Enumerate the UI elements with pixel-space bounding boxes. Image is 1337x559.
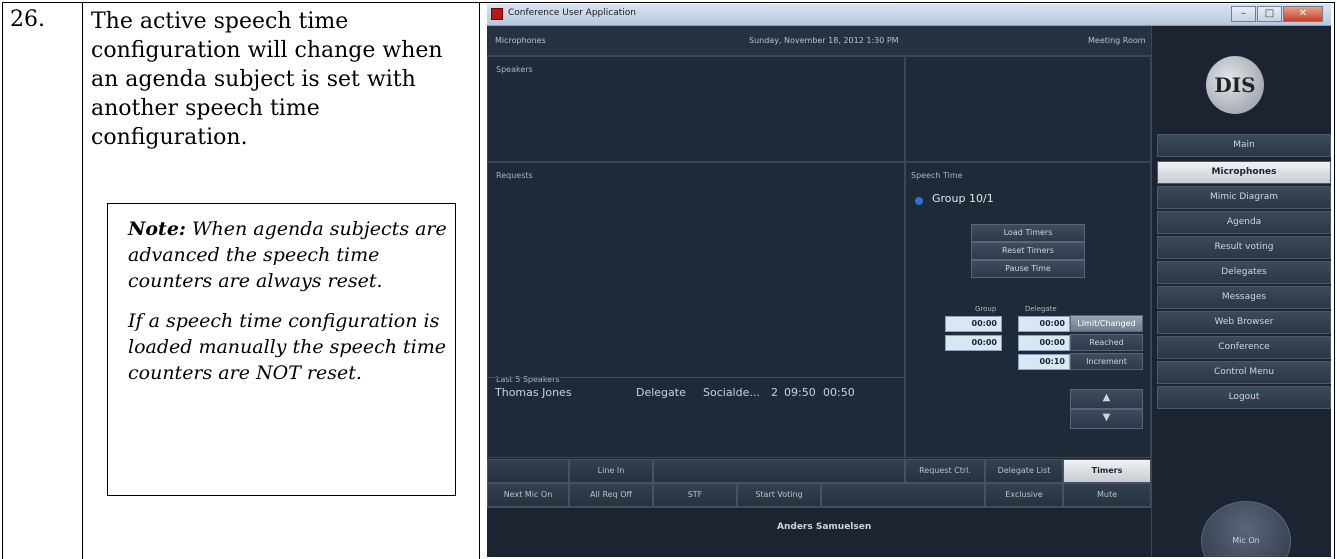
arrow-up-icon[interactable]: ▲ [1070,389,1143,409]
divider [487,377,905,378]
group-limit-field[interactable]: 00:00 [945,316,1002,332]
delegate-increment-field[interactable]: 00:10 [1018,354,1070,370]
speakers-panel-right [905,56,1151,162]
speaker-count: 2 [771,386,778,399]
next-mic-on-button[interactable]: Next Mic On [487,483,569,507]
mute-button[interactable]: Mute [1063,483,1151,507]
menu-item-mimic-diagram[interactable]: Mimic Diagram [1157,186,1331,209]
bottom-button-blank[interactable] [487,459,569,483]
speaker-duration: 00:50 [823,386,855,399]
table-divider [479,2,480,559]
pause-time-button[interactable]: Pause Time [971,260,1085,278]
dis-logo-icon: DIS [1206,56,1264,114]
menu-item-result-voting[interactable]: Result voting [1157,236,1331,259]
right-sidebar: DIS Main Microphones Mimic Diagram Agend… [1151,26,1331,557]
speakers-label: Speakers [496,65,533,74]
table-divider [82,2,83,559]
header-bar: Microphones Sunday, November 18, 2012 1:… [487,26,1151,56]
requests-panel: Requests Last 5 Speakers [487,162,905,458]
requests-label: Requests [496,171,533,180]
menu-item-agenda[interactable]: Agenda [1157,211,1331,234]
user-bar: Anders Samuelsen [487,507,1151,557]
menu-item-delegates[interactable]: Delegates [1157,261,1331,284]
speaker-party: Socialde... [703,386,760,399]
menu-item-conference[interactable]: Conference [1157,336,1331,359]
mic-on-button[interactable]: Mic On [1201,501,1291,557]
menu-item-messages[interactable]: Messages [1157,286,1331,309]
start-voting-button[interactable]: Start Voting [737,483,821,507]
delegate-header: Delegate [1025,305,1057,313]
increment-label: Increment [1070,353,1143,370]
group-header: Group [975,305,997,313]
app-icon [491,8,503,20]
note-text-2: If a speech time configuration is loaded… [128,310,446,384]
note-box: Note: When agenda subjects are advanced … [107,203,456,496]
arrow-down-icon[interactable]: ▼ [1070,409,1143,429]
step-number: 26. [10,7,45,32]
request-ctrl-button[interactable]: Request Ctrl. [905,459,985,483]
limit-changed-button[interactable]: Limit/Changed [1070,315,1143,332]
group-indicator-icon [915,197,923,205]
load-timers-button[interactable]: Load Timers [971,224,1085,242]
app-screenshot: Conference User Application – □ ✕ Microp… [487,4,1331,557]
menu-item-control-menu[interactable]: Control Menu [1157,361,1331,384]
delegate-limit-field[interactable]: 00:00 [1018,316,1070,332]
line-in-button[interactable]: Line In [569,459,653,483]
stf-button[interactable]: STF [653,483,737,507]
menu-item-main[interactable]: Main [1157,134,1331,157]
all-req-off-button[interactable]: All Req Off [569,483,653,507]
menu-item-logout[interactable]: Logout [1157,386,1331,409]
header-room: Meeting Room [1088,36,1146,45]
bottom-button-blank[interactable] [653,459,905,483]
reset-timers-button[interactable]: Reset Timers [971,242,1085,260]
window-title: Conference User Application [508,8,636,18]
timers-button[interactable]: Timers [1063,459,1151,483]
reached-label: Reached [1070,334,1143,351]
step-description: The active speech time configuration wil… [91,9,443,150]
minimize-icon[interactable]: – [1231,6,1256,22]
menu-item-microphones[interactable]: Microphones [1157,161,1331,184]
speaker-name: Thomas Jones [495,386,572,399]
speech-time-label: Speech Time [911,171,963,180]
header-section: Microphones [495,36,546,45]
window-controls: – □ ✕ [1231,6,1323,22]
group-reached-field[interactable]: 00:00 [945,335,1002,351]
speaker-role: Delegate [636,386,686,399]
user-name: Anders Samuelsen [777,522,872,532]
maximize-icon[interactable]: □ [1257,6,1282,22]
window-titlebar: Conference User Application – □ ✕ [487,4,1331,26]
exclusive-button[interactable]: Exclusive [985,483,1063,507]
delegate-list-button[interactable]: Delegate List [985,459,1063,483]
speakers-panel: Speakers [487,56,905,162]
menu-item-web-browser[interactable]: Web Browser [1157,311,1331,334]
close-icon[interactable]: ✕ [1283,6,1323,22]
header-datetime: Sunday, November 18, 2012 1:30 PM [749,36,899,45]
speaker-time: 09:50 [784,386,816,399]
delegate-reached-field[interactable]: 00:00 [1018,335,1070,351]
note-label: Note: [128,218,186,240]
bottom-button-blank[interactable] [821,483,985,507]
group-label: Group 10/1 [932,192,994,205]
